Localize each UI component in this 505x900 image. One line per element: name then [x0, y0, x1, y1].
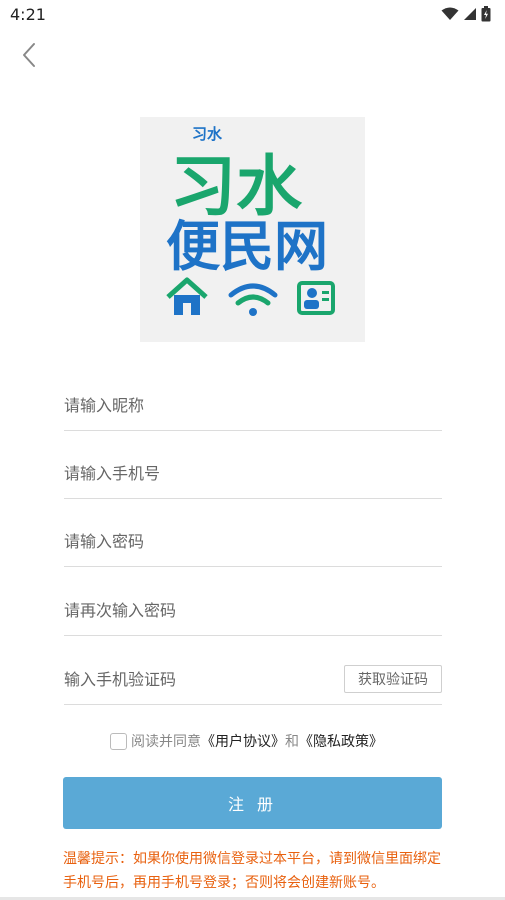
agreement-and: 和 — [285, 734, 299, 750]
nickname-input[interactable] — [64, 389, 442, 421]
wifi-icon — [228, 283, 278, 316]
house-icon — [166, 277, 208, 315]
tip-text: 温馨提示：如果你使用微信登录过本平台，请到微信里面绑定手机号后，再用手机号登录；… — [63, 851, 441, 891]
register-button[interactable]: 注 册 — [63, 777, 442, 829]
chevron-left-icon — [23, 43, 35, 67]
password-confirm-field — [64, 584, 442, 636]
contacts-icon — [297, 281, 335, 315]
password-confirm-input[interactable] — [64, 594, 442, 626]
agree-checkbox[interactable] — [110, 732, 127, 750]
user-agreement-link[interactable]: 《用户协议》 — [201, 731, 285, 751]
status-bar: 4:21 — [0, 0, 505, 30]
agreement-prefix: 阅读并同意 — [131, 734, 201, 750]
sms-code-field: 获取验证码 — [64, 653, 442, 705]
logo-small-text: 习水 — [192, 125, 223, 143]
password-input[interactable] — [64, 525, 442, 557]
register-screen: 4:21 习水 习水 便民网 请输入昵称 请输入手机号 请输入密码 请再次输入密… — [0, 0, 505, 900]
app-logo: 习水 习水 便民网 — [140, 117, 365, 342]
status-icons — [441, 6, 491, 22]
phone-field — [64, 447, 442, 499]
phone-input[interactable] — [64, 457, 442, 489]
privacy-policy-link[interactable]: 《隐私政策》 — [299, 731, 383, 751]
logo-sub-text: 便民网 — [166, 215, 328, 278]
signal-icon — [464, 8, 476, 20]
status-time: 4:21 — [10, 5, 46, 24]
sms-code-input[interactable] — [64, 663, 334, 695]
battery-icon — [481, 6, 491, 22]
get-code-button[interactable]: 获取验证码 — [344, 665, 442, 693]
wifi-icon — [441, 7, 459, 20]
logo-big-text: 习水 — [170, 148, 303, 225]
agreement-row: 阅读并同意 《用户协议》 和 《隐私政策》 — [110, 730, 383, 752]
password-field — [64, 515, 442, 567]
nickname-field — [64, 379, 442, 431]
back-button[interactable] — [14, 38, 44, 72]
